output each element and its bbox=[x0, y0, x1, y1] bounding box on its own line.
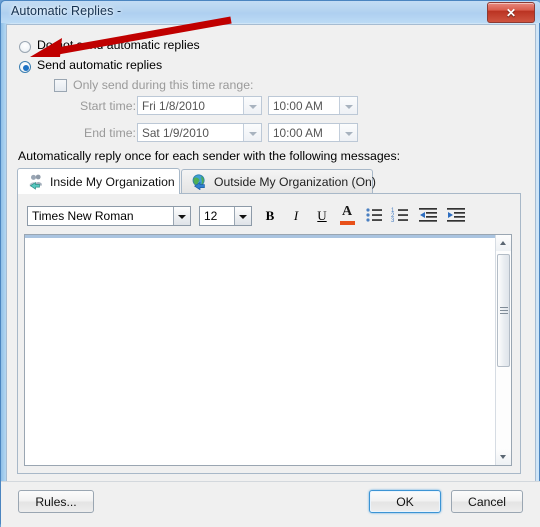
scrollbar-grip-line bbox=[500, 310, 508, 311]
do-not-send-automatic-replies-radio[interactable] bbox=[19, 41, 31, 53]
chevron-down-icon bbox=[345, 132, 353, 136]
font-color-swatch bbox=[340, 221, 355, 225]
chevron-down-icon bbox=[345, 105, 353, 109]
tab-panel: Times New Roman 12 B I U A 1 2 3 bbox=[17, 193, 521, 474]
do-not-send-automatic-replies-label[interactable]: Do not send automatic replies bbox=[37, 38, 200, 52]
tab-inside-my-organization[interactable]: Inside My Organization bbox=[17, 168, 180, 194]
cancel-button-label: Cancel bbox=[468, 494, 506, 509]
globe-arrow-icon bbox=[192, 173, 205, 190]
increase-indent-button[interactable] bbox=[446, 205, 468, 227]
font-family-value: Times New Roman bbox=[32, 209, 134, 223]
automatic-replies-dialog: Automatic Replies - ✕ Do not send automa… bbox=[0, 0, 540, 527]
increase-indent-icon bbox=[447, 208, 465, 222]
start-clock-value: 10:00 AM bbox=[273, 99, 323, 113]
dialog-client-area: Do not send automatic replies Send autom… bbox=[6, 24, 536, 502]
scrollbar-grip-line bbox=[500, 313, 508, 314]
end-clock-value: 10:00 AM bbox=[273, 126, 323, 140]
svg-text:3: 3 bbox=[391, 218, 395, 224]
bold-icon: B bbox=[265, 208, 275, 223]
triangle-down-icon bbox=[500, 455, 506, 459]
tab-inside-my-organization-label: Inside My Organization bbox=[50, 174, 175, 189]
end-clock-combo[interactable]: 10:00 AM bbox=[268, 123, 358, 142]
bullet-list-icon bbox=[366, 208, 382, 222]
close-icon: ✕ bbox=[505, 5, 517, 20]
title-bar: Automatic Replies - ✕ bbox=[1, 1, 540, 23]
numbered-list-icon: 1 2 3 bbox=[391, 208, 408, 224]
decrease-indent-button[interactable] bbox=[418, 205, 440, 227]
bullet-list-button[interactable] bbox=[364, 205, 386, 227]
start-clock-dropdown-button[interactable] bbox=[339, 97, 357, 114]
chevron-down-icon bbox=[178, 215, 186, 219]
messages-section-label: Automatically reply once for each sender… bbox=[18, 149, 401, 163]
bold-button[interactable]: B bbox=[259, 205, 281, 227]
scrollbar-up-button[interactable] bbox=[496, 235, 511, 251]
scrollbar-down-button[interactable] bbox=[496, 449, 511, 465]
underline-icon: U bbox=[317, 208, 327, 223]
radio-selected-dot bbox=[23, 65, 29, 71]
underline-button[interactable]: U bbox=[311, 205, 333, 227]
ok-button-label: OK bbox=[396, 494, 414, 509]
chevron-down-icon bbox=[249, 132, 257, 136]
font-family-dropdown-button[interactable] bbox=[173, 207, 190, 225]
only-send-during-time-range-label[interactable]: Only send during this time range: bbox=[73, 78, 253, 92]
tab-outside-my-organization-label: Outside My Organization (On) bbox=[214, 174, 376, 189]
font-color-letter-icon: A bbox=[342, 204, 353, 219]
message-editor[interactable] bbox=[24, 234, 512, 466]
cancel-button[interactable]: Cancel bbox=[451, 490, 523, 513]
end-date-combo[interactable]: Sat 1/9/2010 bbox=[137, 123, 262, 142]
only-send-during-time-range-checkbox[interactable] bbox=[54, 79, 67, 92]
font-color-button[interactable]: A bbox=[337, 204, 359, 228]
italic-button[interactable]: I bbox=[285, 205, 307, 227]
italic-icon: I bbox=[293, 208, 299, 223]
rules-button[interactable]: Rules... bbox=[18, 490, 94, 513]
dialog-footer: Rules... OK Cancel bbox=[1, 481, 540, 527]
numbered-list-button[interactable]: 1 2 3 bbox=[390, 205, 412, 227]
start-date-dropdown-button[interactable] bbox=[243, 97, 261, 114]
start-time-label: Start time: bbox=[80, 99, 137, 113]
start-clock-combo[interactable]: 10:00 AM bbox=[268, 96, 358, 115]
end-clock-dropdown-button[interactable] bbox=[339, 124, 357, 141]
people-arrow-icon bbox=[29, 174, 42, 190]
message-tabs: Inside My Organization Outside My Organi… bbox=[17, 168, 521, 194]
end-date-value: Sat 1/9/2010 bbox=[142, 126, 209, 140]
end-time-label: End time: bbox=[84, 126, 136, 140]
start-date-value: Fri 1/8/2010 bbox=[142, 99, 205, 113]
send-automatic-replies-label[interactable]: Send automatic replies bbox=[37, 58, 162, 72]
chevron-down-icon bbox=[249, 105, 257, 109]
font-size-dropdown-button[interactable] bbox=[234, 207, 251, 225]
scrollbar-thumb[interactable] bbox=[497, 254, 510, 367]
scrollbar-grip-line bbox=[500, 307, 508, 308]
send-automatic-replies-radio[interactable] bbox=[19, 61, 31, 73]
ok-button[interactable]: OK bbox=[369, 490, 441, 513]
font-size-value: 12 bbox=[204, 209, 218, 223]
decrease-indent-icon bbox=[419, 208, 437, 222]
triangle-up-icon bbox=[500, 241, 506, 245]
editor-scrollbar[interactable] bbox=[495, 235, 511, 465]
font-family-combo[interactable]: Times New Roman bbox=[27, 206, 191, 226]
start-date-combo[interactable]: Fri 1/8/2010 bbox=[137, 96, 262, 115]
window-title: Automatic Replies - bbox=[11, 4, 122, 18]
end-date-dropdown-button[interactable] bbox=[243, 124, 261, 141]
close-button[interactable]: ✕ bbox=[487, 2, 535, 23]
font-size-combo[interactable]: 12 bbox=[199, 206, 252, 226]
tab-outside-my-organization[interactable]: Outside My Organization (On) bbox=[181, 169, 376, 193]
rules-button-label: Rules... bbox=[35, 494, 77, 509]
editor-top-accent bbox=[25, 235, 511, 238]
chevron-down-icon bbox=[239, 215, 247, 219]
